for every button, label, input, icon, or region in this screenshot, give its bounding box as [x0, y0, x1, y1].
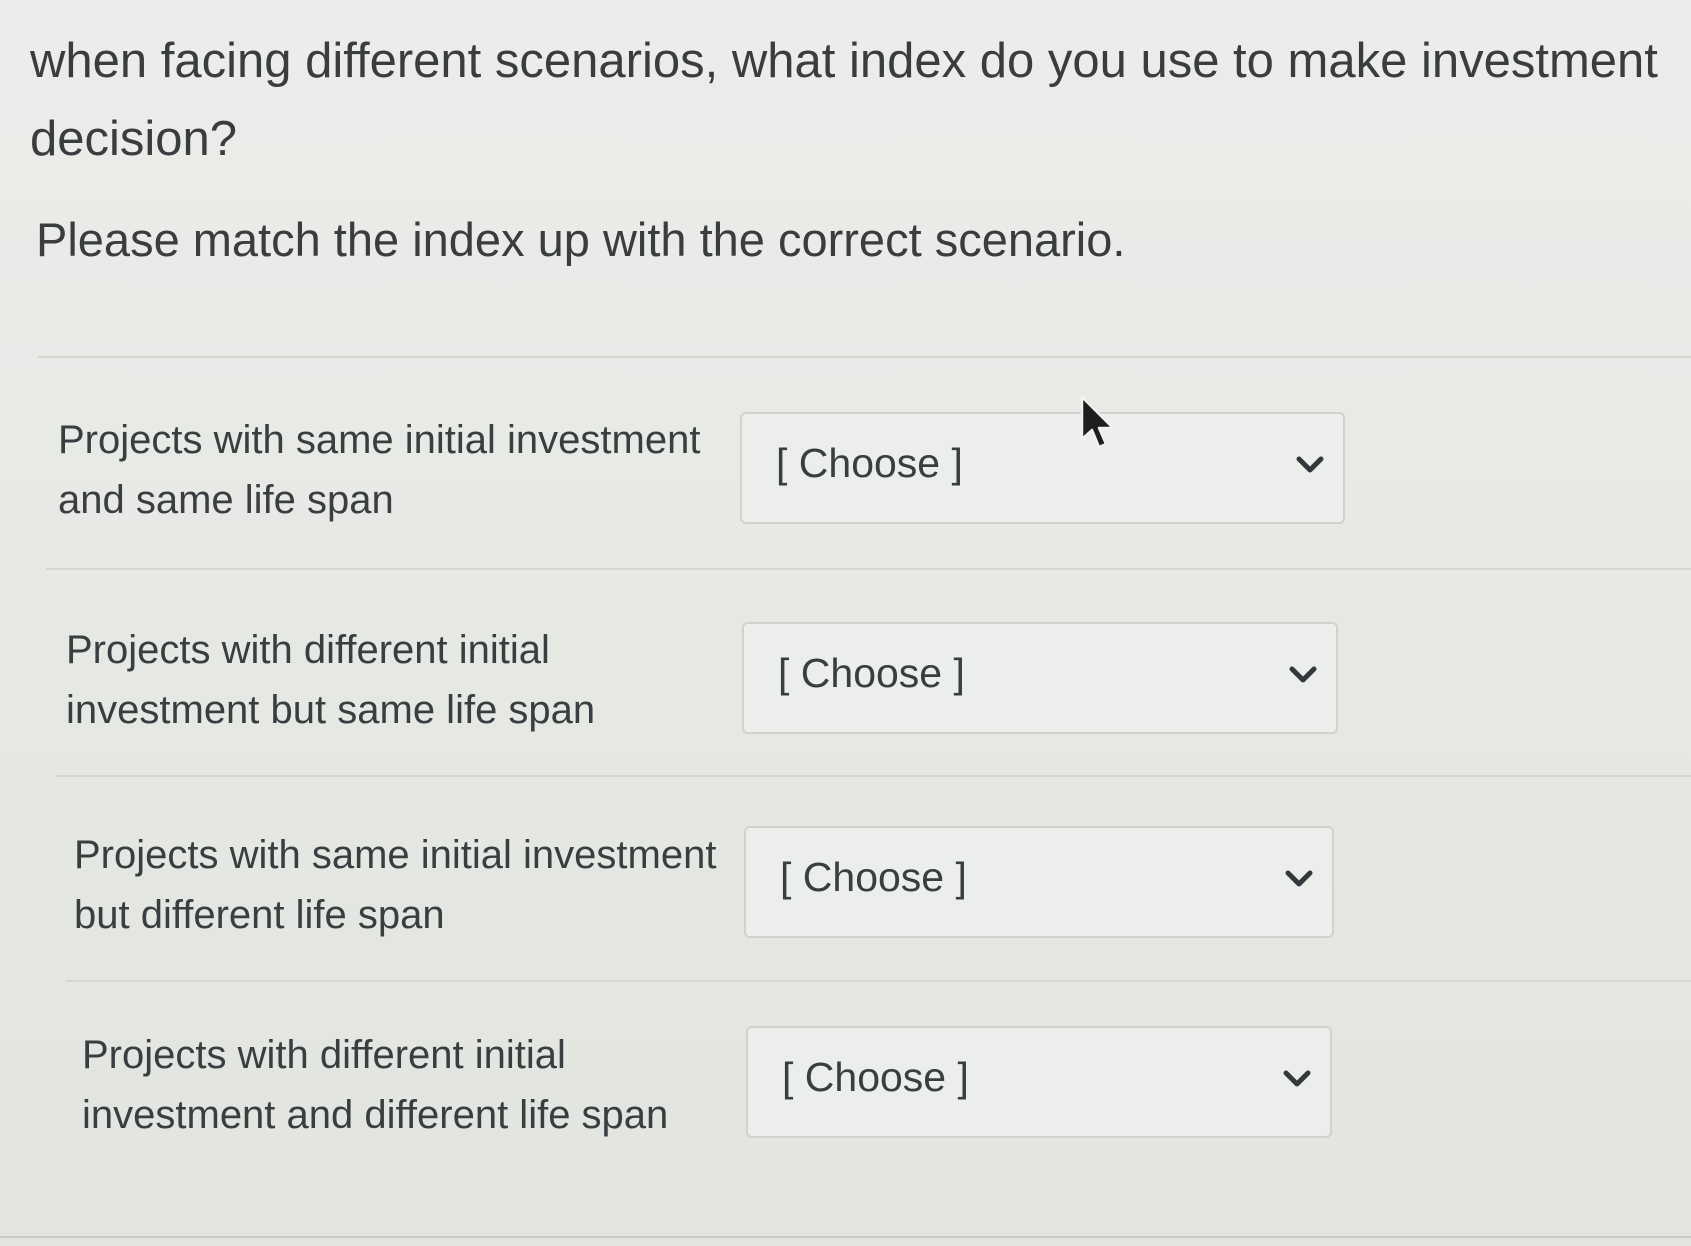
scenario-label-3: Projects with same initial investment bu… — [74, 833, 717, 937]
scenario-label-2: Projects with different initial investme… — [66, 628, 596, 732]
instruction-text: Please match the index up with the corre… — [36, 213, 1126, 266]
index-select-1[interactable]: [ Choose ] — [740, 412, 1345, 524]
row-divider — [56, 775, 1691, 777]
chevron-down-icon — [1289, 666, 1317, 683]
index-select-3[interactable]: [ Choose ] — [744, 826, 1334, 938]
index-select-2[interactable]: [ Choose ] — [742, 622, 1338, 734]
panel-bottom-border — [0, 1236, 1691, 1238]
chevron-down-icon — [1283, 1070, 1311, 1087]
select-value-4: [ Choose ] — [782, 1054, 969, 1100]
scenario-label-4: Projects with different initial investme… — [82, 1033, 669, 1137]
scenario-label-1: Projects with same initial investment an… — [58, 418, 701, 522]
select-value-2: [ Choose ] — [778, 650, 965, 696]
index-select-4[interactable]: [ Choose ] — [746, 1026, 1332, 1138]
row-divider — [66, 980, 1691, 982]
mouse-cursor-icon — [1080, 395, 1115, 449]
select-value-3: [ Choose ] — [780, 854, 967, 900]
chevron-down-icon — [1296, 456, 1324, 473]
chevron-down-icon — [1285, 870, 1313, 887]
quiz-question-panel: when facing different scenarios, what in… — [0, 0, 1691, 1246]
question-text: when facing different scenarios, what in… — [30, 34, 1658, 166]
select-value-1: [ Choose ] — [776, 440, 963, 486]
row-divider — [38, 356, 1691, 358]
row-divider — [46, 568, 1691, 570]
